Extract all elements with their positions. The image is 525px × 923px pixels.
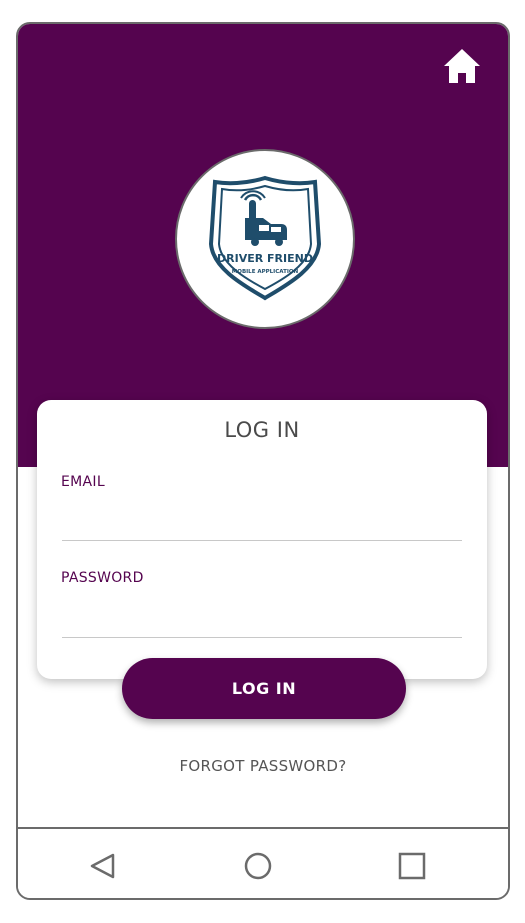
login-button[interactable]: LOG IN — [122, 658, 406, 719]
nav-home-button[interactable] — [243, 851, 273, 881]
login-title: LOG IN — [224, 418, 300, 442]
android-nav-bar — [18, 827, 508, 898]
circle-home-icon — [244, 852, 272, 880]
recents-button[interactable] — [397, 851, 427, 881]
logo-brand-text: DRIVER FRIEND — [217, 252, 313, 265]
driver-friend-logo: DRIVER FRIEND MOBILE APPLICATION — [208, 175, 322, 301]
back-button[interactable] — [88, 851, 118, 881]
email-field[interactable] — [62, 510, 462, 541]
logo-tagline-text: MOBILE APPLICATION — [232, 269, 299, 275]
app-logo: DRIVER FRIEND MOBILE APPLICATION — [175, 149, 355, 329]
phone-frame: DRIVER FRIEND MOBILE APPLICATION LOG IN … — [16, 22, 510, 900]
home-icon — [444, 49, 480, 83]
email-label: EMAIL — [61, 474, 105, 490]
square-recents-icon — [398, 852, 426, 880]
password-label: PASSWORD — [61, 570, 144, 586]
forgot-password-link[interactable]: FORGOT PASSWORD? — [18, 757, 508, 775]
home-button[interactable] — [442, 46, 482, 86]
triangle-back-icon — [90, 853, 115, 879]
login-card: LOG IN EMAIL PASSWORD — [37, 400, 487, 679]
password-field[interactable] — [62, 607, 462, 638]
